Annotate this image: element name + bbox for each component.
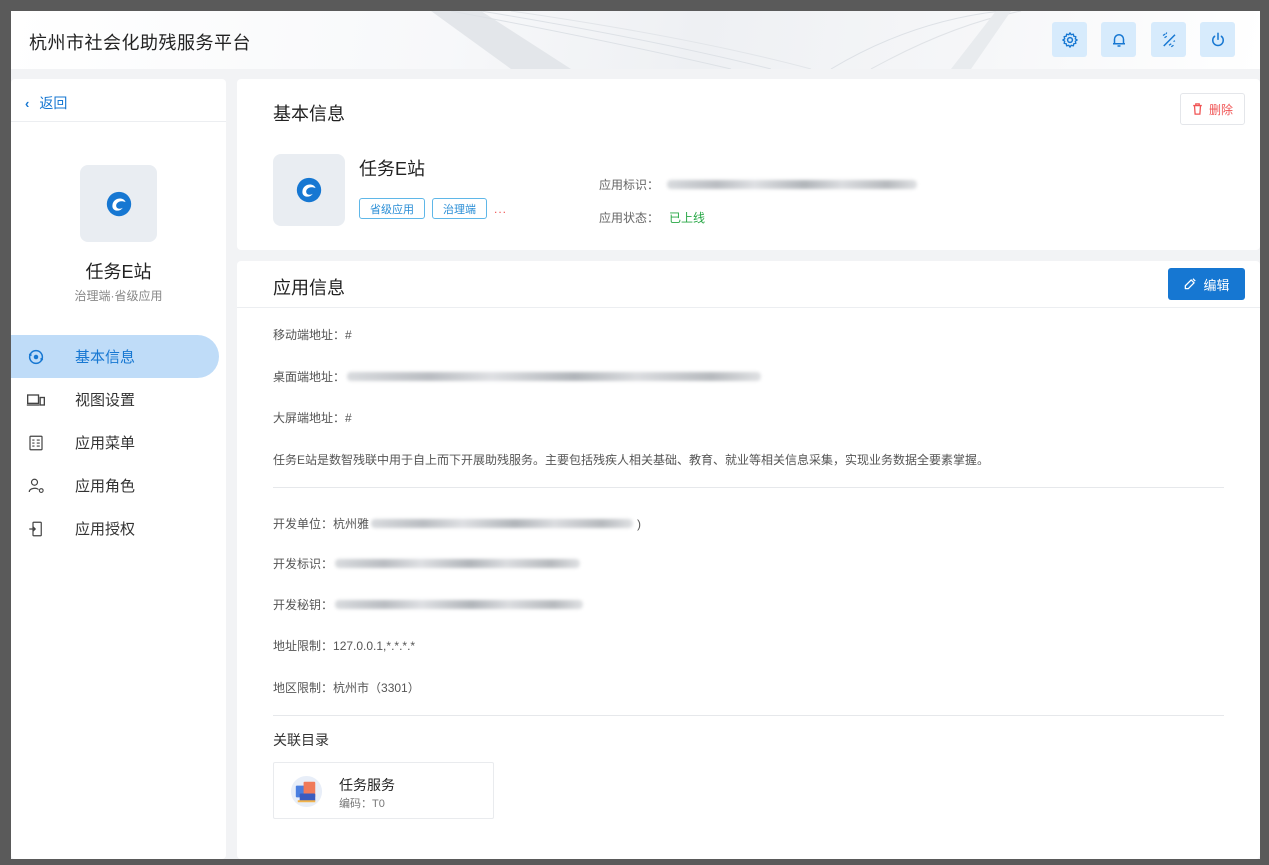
app-window: 杭州市社会化助残服务平台 ‹ 返回 任务E站 治理端·省级应用 基本信息 视图设… (11, 11, 1260, 859)
sidebar-app-name: 任务E站 (85, 262, 152, 282)
delete-button[interactable]: 删除 (1180, 93, 1245, 125)
app-id-row: 应用标识： (599, 176, 918, 193)
logout-button[interactable] (1200, 22, 1235, 57)
edit-label: 编辑 (1203, 277, 1230, 293)
tag-governance: 治理端 (432, 198, 487, 219)
top-header: 杭州市社会化助残服务平台 (11, 11, 1260, 69)
app-name: 任务E站 (359, 159, 426, 179)
mobile-address-row: 移动端地址： # (273, 326, 352, 343)
dev-unit-value: 杭州雅 (333, 517, 370, 531)
trash-icon (1193, 103, 1202, 115)
bell-icon (1112, 33, 1125, 47)
address-limit-row: 地址限制： 127.0.0.1,*.*.*.* (273, 637, 415, 654)
sidebar-item-basic-info[interactable]: 基本信息 (11, 335, 219, 378)
screen-address-value: # (345, 410, 352, 425)
app-logo-icon (106, 191, 131, 216)
sidebar-item-app-roles[interactable]: 应用角色 (11, 464, 226, 507)
app-status-label: 应用状态： (599, 211, 660, 225)
desktop-address-label: 桌面端地址： (273, 370, 346, 384)
desktop-address-row: 桌面端地址： (273, 368, 762, 385)
screen-address-label: 大屏端地址： (273, 411, 346, 425)
region-limit-value: 杭州市（3301） (333, 681, 420, 695)
tags-more[interactable]: ... (494, 202, 507, 216)
sidebar-item-label: 基本信息 (75, 349, 136, 366)
section-divider (273, 487, 1224, 488)
dev-secret-redacted (335, 600, 584, 609)
app-logo-icon (296, 177, 322, 203)
sidebar-divider (11, 121, 226, 122)
app-status-value: 已上线 (669, 211, 706, 225)
sidebar-app-logo (80, 165, 157, 242)
app-logo (273, 154, 345, 226)
sidebar-nav: 基本信息 视图设置 应用菜单 应用角色 应用授权 (11, 335, 226, 550)
info-circle-icon (26, 347, 46, 367)
sidebar-app-subtitle: 治理端·省级应用 (74, 289, 163, 303)
theme-button[interactable] (1151, 22, 1186, 57)
app-description: 任务E站是数智残联中用于自上而下开展助残服务。主要包括残疾人相关基础、教育、就业… (273, 453, 990, 467)
address-limit-label: 地址限制： (273, 639, 334, 653)
app-title: 杭州市社会化助残服务平台 (29, 33, 251, 53)
desktop-address-value-redacted (347, 372, 762, 381)
edit-button[interactable]: 编辑 (1168, 268, 1245, 300)
dev-secret-row: 开发秘钥： (273, 596, 584, 613)
section-divider (273, 715, 1224, 716)
power-icon (1211, 32, 1224, 46)
basic-info-title: 基本信息 (273, 104, 345, 124)
catalog-code: 编码：T0 (339, 798, 385, 810)
sidebar-item-app-menu[interactable]: 应用菜单 (11, 421, 226, 464)
edit-icon (1185, 278, 1197, 290)
delete-label: 删除 (1208, 102, 1233, 117)
back-label: 返回 (39, 95, 68, 111)
dev-unit-label: 开发单位： (273, 517, 334, 531)
app-tags: 省级应用 治理端 ... (359, 198, 507, 219)
dev-id-label: 开发标识： (273, 557, 334, 571)
app-info-divider (237, 307, 1260, 308)
sidebar-item-label: 应用角色 (75, 478, 136, 495)
region-limit-label: 地区限制： (273, 681, 334, 695)
dev-unit-redacted (371, 519, 634, 528)
app-info-card: 应用信息 编辑 移动端地址： # 桌面端地址： 大屏端地址： # 任务E站是数智… (237, 261, 1260, 859)
dev-id-row: 开发标识： (273, 555, 581, 572)
tag-provincial: 省级应用 (359, 198, 425, 219)
screen-address-row: 大屏端地址： # (273, 409, 352, 426)
sidebar: ‹ 返回 任务E站 治理端·省级应用 基本信息 视图设置 应用菜单 应用角色 应… (11, 79, 226, 859)
dev-unit-row: 开发单位： 杭州雅 ) (273, 515, 641, 532)
related-catalog-label: 关联目录 (273, 732, 329, 748)
catalog-name: 任务服务 (339, 777, 395, 793)
app-info-title: 应用信息 (273, 278, 345, 298)
back-link[interactable]: ‹ 返回 (25, 93, 67, 113)
role-icon (26, 476, 46, 496)
app-status-row: 应用状态： 已上线 (599, 209, 705, 226)
sidebar-item-view-settings[interactable]: 视图设置 (11, 378, 226, 421)
gear-icon (1061, 31, 1078, 48)
devices-icon (26, 390, 46, 410)
basic-info-card: 基本信息 删除 任务E站 省级应用 治理端 ... 应用标识： 应用状态： 已上… (237, 79, 1260, 250)
settings-button[interactable] (1052, 22, 1087, 57)
dev-secret-label: 开发秘钥： (273, 598, 334, 612)
theme-icon (1162, 31, 1176, 47)
catalog-card[interactable]: 任务服务 编码：T0 (273, 762, 494, 819)
mobile-address-value: # (345, 327, 352, 342)
mobile-address-label: 移动端地址： (273, 328, 346, 342)
app-id-label: 应用标识： (599, 178, 660, 192)
authorize-icon (26, 519, 46, 539)
sidebar-item-label: 应用菜单 (75, 435, 136, 452)
dev-id-redacted (335, 559, 581, 568)
app-id-value-redacted (667, 180, 918, 189)
sidebar-item-label: 视图设置 (75, 392, 136, 409)
region-limit-row: 地区限制： 杭州市（3301） (273, 679, 420, 696)
sidebar-item-label: 应用授权 (75, 521, 136, 538)
chevron-left-icon: ‹ (25, 95, 30, 111)
menu-list-icon (26, 433, 46, 453)
task-service-icon (290, 775, 323, 808)
dev-unit-tail: ) (637, 516, 642, 531)
sidebar-item-app-authorization[interactable]: 应用授权 (11, 507, 226, 550)
notification-button[interactable] (1101, 22, 1136, 57)
address-limit-value: 127.0.0.1,*.*.*.* (333, 638, 416, 653)
